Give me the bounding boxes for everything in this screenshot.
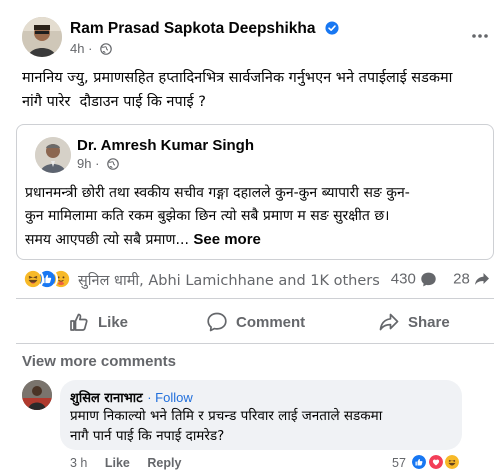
share-button[interactable]: Share xyxy=(378,302,450,342)
haha-reaction-icon xyxy=(22,268,44,290)
commenter-avatar[interactable] xyxy=(22,380,52,410)
divider xyxy=(16,298,494,299)
comment-text-line: प्रमाण निकाल्यो भने तिमि र प्रचन्ड परिवा… xyxy=(70,408,383,424)
comment-reaction-count: 57 xyxy=(392,456,406,470)
comment-count[interactable]: 430 xyxy=(391,271,416,288)
globe-icon xyxy=(107,158,119,170)
comment-header: शुसिल रानाभाट · Follow xyxy=(70,388,193,406)
view-more-comments-link[interactable]: View more comments xyxy=(22,353,176,370)
shared-author-name[interactable]: Dr. Amresh Kumar Singh xyxy=(77,137,254,154)
reaction-names[interactable]: सुनिल धामी, Abhi Lamichhane and 1K other… xyxy=(78,270,380,290)
post-header: Ram Prasad Sapkota Deepshikha 4h · xyxy=(14,14,494,58)
post-text: माननिय ज्यु, प्रमाणसहित हप्तादिनभित्र सा… xyxy=(22,66,492,114)
reaction-icons[interactable] xyxy=(22,268,78,290)
post-meta: 4h · xyxy=(70,41,112,56)
shared-time[interactable]: 9h xyxy=(77,156,91,171)
comment-text: प्रमाण निकाल्यो भने तिमि र प्रचन्ड परिवा… xyxy=(70,406,460,446)
shared-text: प्रधानमन्त्री छोरी तथा स्वकीय सचीव गङ्गा… xyxy=(25,182,489,252)
shared-text-line: समय आएपछी त्यो सबै प्रमाण... See more xyxy=(25,228,489,252)
comment-count-icon xyxy=(421,272,436,286)
shared-meta: 9h · xyxy=(77,156,119,171)
like-button[interactable]: Like xyxy=(68,302,128,342)
see-more-link[interactable]: See more xyxy=(193,231,261,248)
comment-text-line: नागै पार्न पाई कि नपाई दामरेड? xyxy=(70,428,225,444)
verified-badge-icon xyxy=(325,21,339,35)
follow-link[interactable]: · Follow xyxy=(147,390,193,405)
comment-reply-button[interactable]: Reply xyxy=(147,456,181,470)
comment-icon xyxy=(207,312,227,332)
shared-text-truncated: समय आएपछी त्यो सबै प्रमाण... xyxy=(25,232,189,248)
more-options-icon[interactable] xyxy=(470,28,490,44)
share-icon xyxy=(379,313,399,331)
shared-post-card[interactable]: Dr. Amresh Kumar Singh 9h · प्रधानमन्त्र… xyxy=(16,124,494,260)
like-reaction-icon xyxy=(411,454,428,470)
shared-author-avatar[interactable] xyxy=(35,137,71,173)
divider xyxy=(16,343,494,344)
engagement-counts: 430 28 xyxy=(391,270,490,288)
like-icon xyxy=(70,313,88,331)
share-count-icon xyxy=(475,273,489,286)
comment-time[interactable]: 3 h xyxy=(70,456,87,470)
comment-bubble: शुसिल रानाभाट · Follow प्रमाण निकाल्यो भ… xyxy=(60,380,462,450)
shared-text-line: प्रधानमन्त्री छोरी तथा स्वकीय सचीव गङ्गा… xyxy=(25,185,410,201)
post-text-line: माननिय ज्यु, प्रमाणसहित हप्तादिनभित्र सा… xyxy=(22,70,453,86)
share-label[interactable]: Share xyxy=(408,314,450,331)
post-author[interactable]: Ram Prasad Sapkota Deepshikha xyxy=(70,20,339,38)
share-count[interactable]: 28 xyxy=(453,271,470,288)
reactions-summary: सुनिल धामी, Abhi Lamichhane and 1K other… xyxy=(22,266,494,292)
comment-actions: 3 h Like Reply xyxy=(70,456,195,470)
commenter-name[interactable]: शुसिल रानाभाट xyxy=(70,391,143,406)
love-reaction-icon xyxy=(427,454,444,470)
post-time[interactable]: 4h xyxy=(70,41,84,56)
comment-like-button[interactable]: Like xyxy=(105,456,130,470)
post-author-name[interactable]: Ram Prasad Sapkota Deepshikha xyxy=(70,20,316,37)
shared-text-line: कुन मामिलामा कति रकम बुझेका छिन त्यो सबै… xyxy=(25,208,390,224)
like-label[interactable]: Like xyxy=(98,314,128,331)
author-avatar[interactable] xyxy=(22,17,62,57)
comment-button[interactable]: Comment xyxy=(206,302,305,342)
haha-reaction-icon xyxy=(444,454,461,470)
post-text-line: नांगै पारेर दौडाउन पाई कि नपाई ? xyxy=(22,94,206,110)
post-actions: Like Comment Share xyxy=(16,302,494,342)
comment-label[interactable]: Comment xyxy=(236,314,305,331)
comment-reactions[interactable]: 57 xyxy=(392,454,461,470)
globe-icon xyxy=(100,43,112,55)
